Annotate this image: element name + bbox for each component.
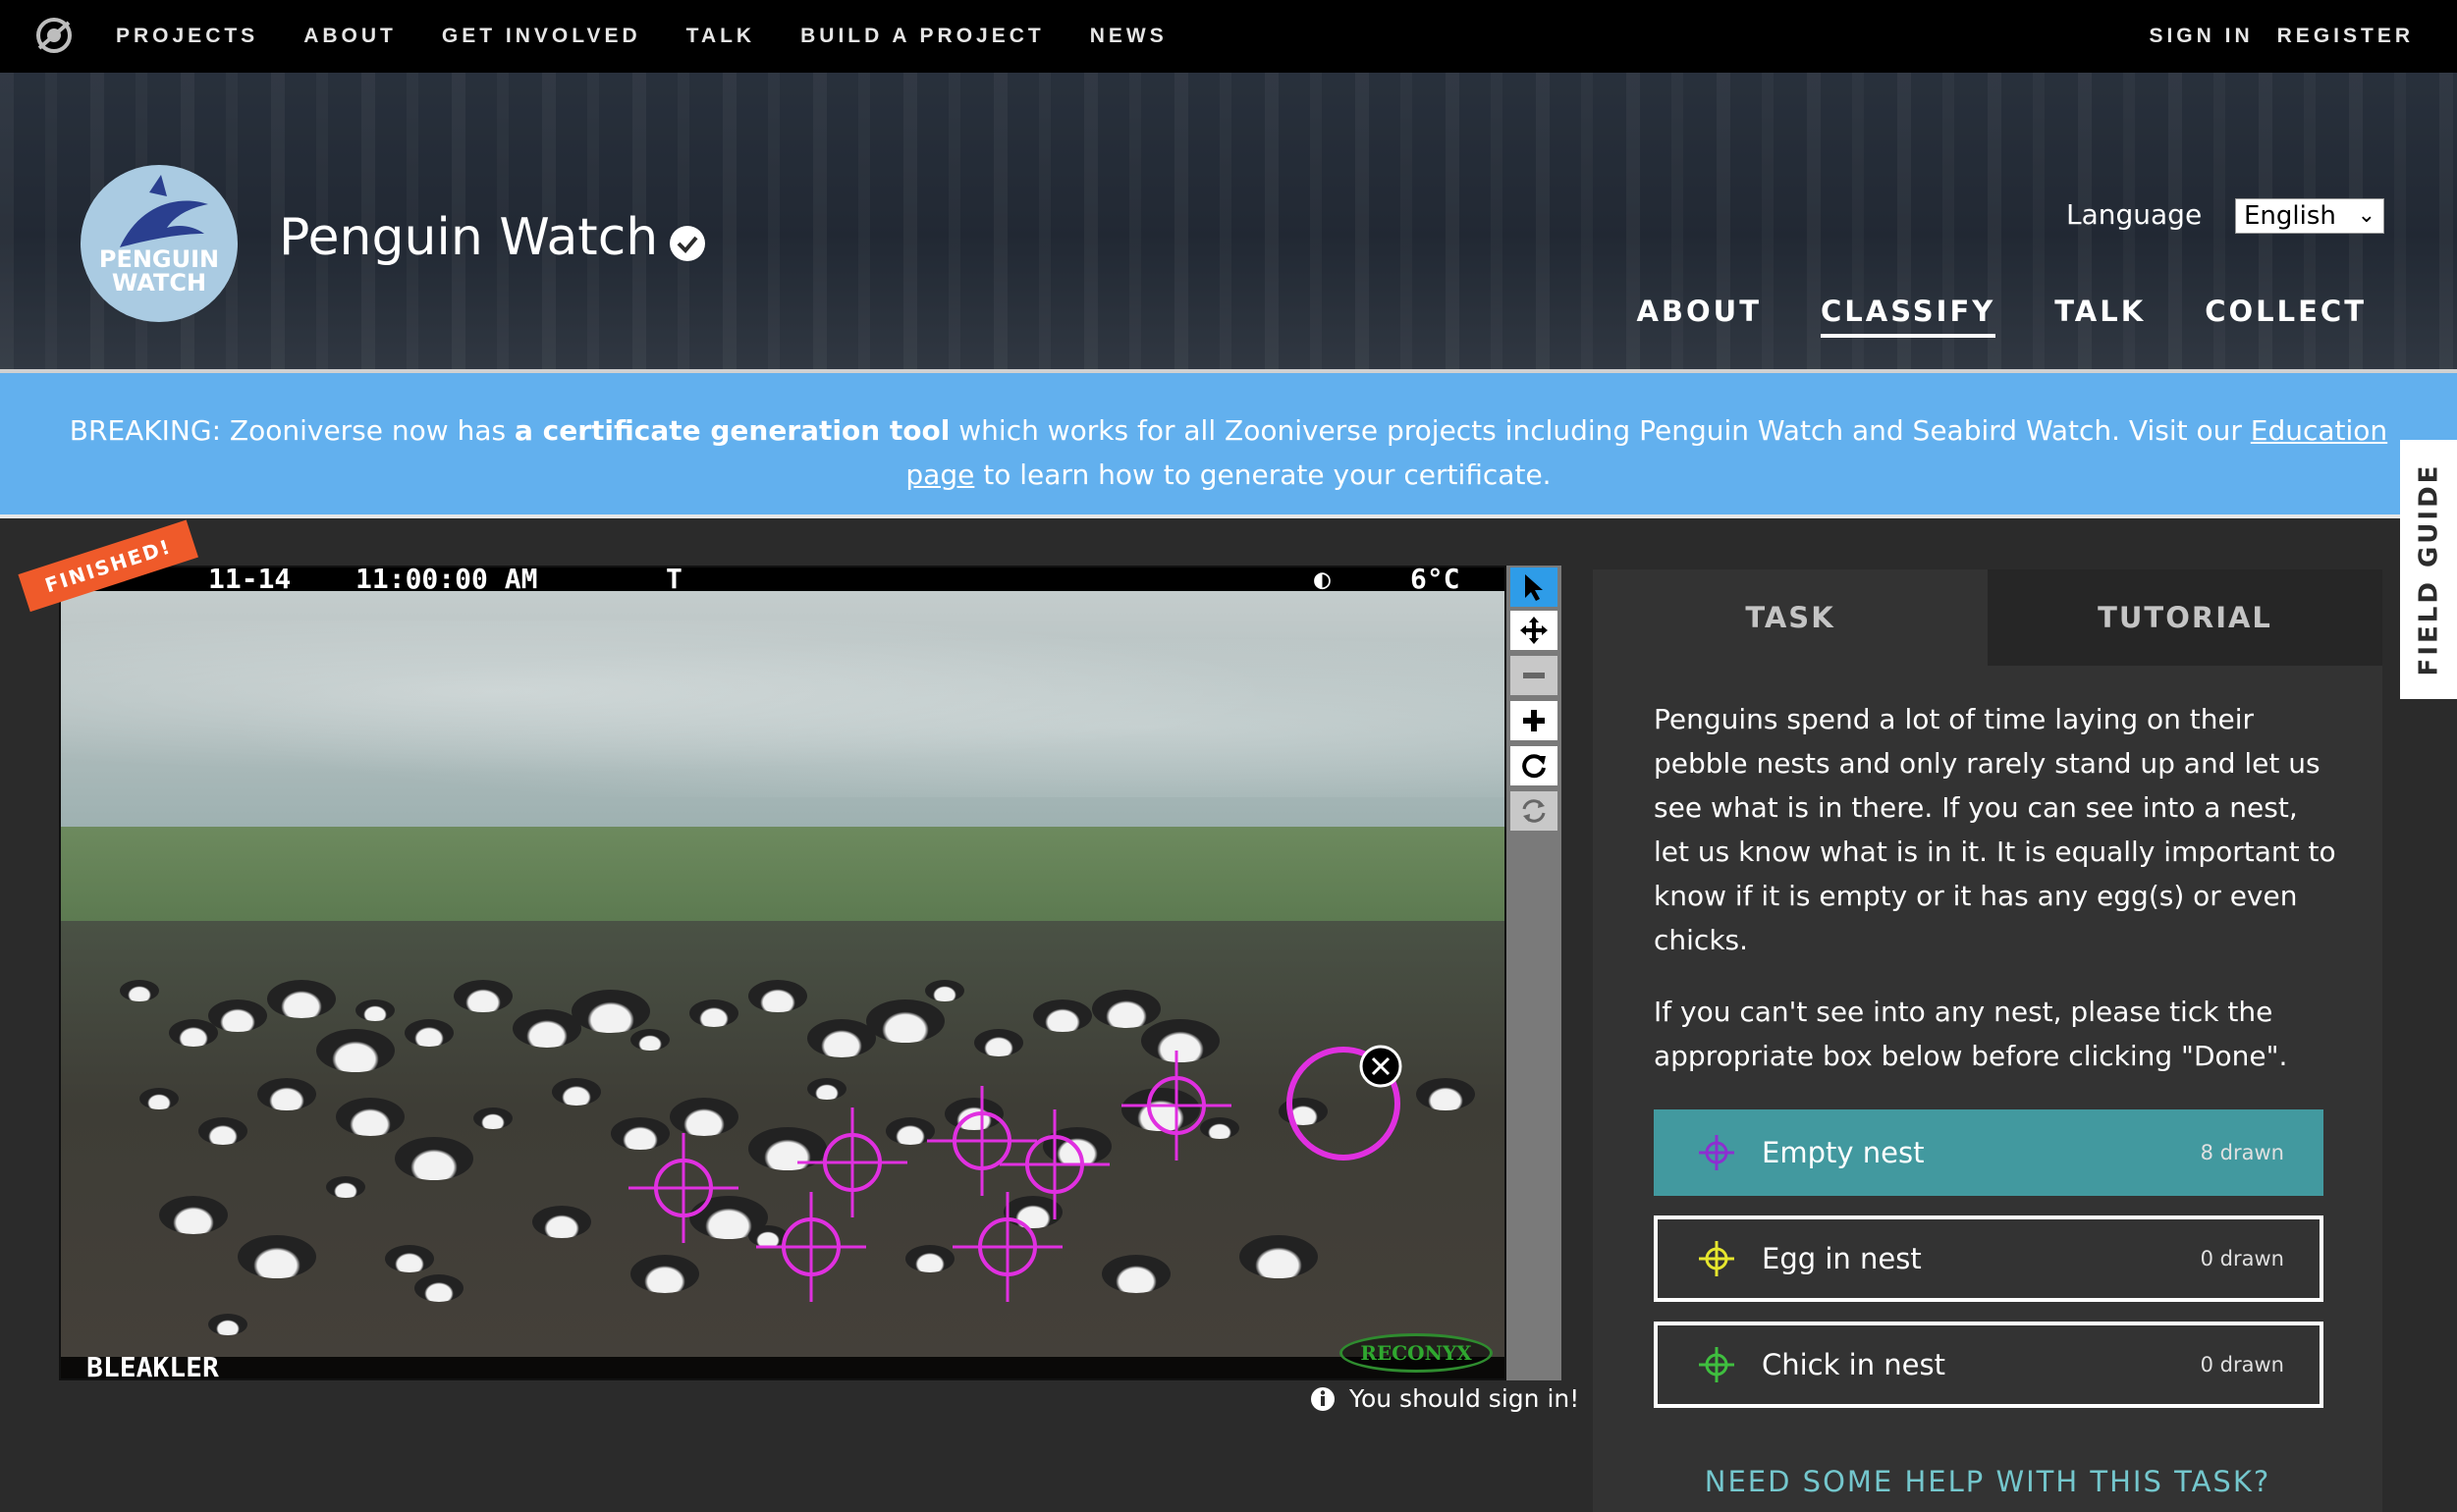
rotate-button[interactable] (1510, 746, 1557, 785)
reset-icon (1522, 799, 1546, 823)
rotate-icon (1522, 754, 1546, 779)
tool-count: 8 drawn (2200, 1141, 2284, 1164)
top-nav: PROJECTS ABOUT GET INVOLVED TALK BUILD A… (0, 0, 2457, 73)
field-guide-label: FIELD GUIDE (2414, 462, 2443, 676)
tool-chick-in-nest[interactable]: Chick in nest 0 drawn (1654, 1322, 2323, 1408)
nest-mark[interactable] (1121, 1051, 1231, 1161)
language-select[interactable]: English ⌄ (2235, 198, 2384, 234)
tool-egg-in-nest[interactable]: Egg in nest 0 drawn (1654, 1215, 2323, 1302)
project-nav-talk[interactable]: TALK (2054, 295, 2146, 338)
task-panel: TASK TUTORIAL Penguins spend a lot of ti… (1593, 569, 2382, 1512)
info-icon (1311, 1386, 1335, 1411)
avatar-text-line1: PENGUIN (98, 245, 220, 273)
task-tabs: TASK TUTORIAL (1593, 569, 2382, 666)
nest-mark[interactable] (953, 1192, 1063, 1302)
language-value: English (2244, 201, 2336, 231)
banner-middle: which works for all Zooniverse projects … (950, 414, 2251, 447)
sign-in-link[interactable]: SIGN IN (2149, 25, 2253, 48)
tab-tutorial[interactable]: TUTORIAL (1988, 569, 2382, 666)
tool-label: Empty nest (1762, 1136, 1925, 1169)
sign-in-note-text: You should sign in! (1349, 1384, 1580, 1413)
nest-mark[interactable] (797, 1107, 907, 1217)
nav-about[interactable]: ABOUT (303, 25, 397, 48)
penguin-logo-icon (120, 175, 208, 247)
reset-button[interactable] (1510, 791, 1557, 831)
avatar-text-line2: WATCH (111, 269, 207, 297)
task-help-link[interactable]: NEED SOME HELP WITH THIS TASK? (1593, 1465, 2382, 1498)
task-description-2: If you can't see into any nest, please t… (1654, 996, 2288, 1072)
banner-suffix: to learn how to generate your certificat… (974, 459, 1552, 491)
announcement-banner: BREAKING: Zooniverse now has a certifica… (0, 369, 2457, 518)
banner-bold: a certificate generation tool (514, 414, 951, 447)
avatar-text: PENGUIN WATCH (81, 247, 238, 295)
register-link[interactable]: REGISTER (2277, 25, 2414, 48)
zoom-in-button[interactable] (1510, 701, 1557, 740)
delete-mark-icon[interactable] (1359, 1045, 1402, 1088)
nest-mark[interactable] (756, 1192, 866, 1302)
tool-count: 0 drawn (2200, 1353, 2284, 1377)
tool-empty-nest[interactable]: Empty nest 8 drawn (1654, 1109, 2323, 1196)
nest-marks (628, 1045, 1402, 1302)
project-header: PENGUIN WATCH Penguin Watch Language Eng… (0, 73, 2457, 369)
project-nav-about[interactable]: ABOUT (1636, 295, 1762, 338)
project-nav: ABOUT CLASSIFY TALK COLLECT (1577, 295, 2367, 338)
zoom-out-icon (1523, 673, 1545, 678)
image-toolbar (1506, 566, 1561, 1380)
project-nav-classify[interactable]: CLASSIFY (1821, 295, 1996, 338)
nav-talk[interactable]: TALK (686, 25, 755, 48)
nav-get-involved[interactable]: GET INVOLVED (442, 25, 641, 48)
nav-build-a-project[interactable]: BUILD A PROJECT (800, 25, 1045, 48)
task-description-1: Penguins spend a lot of time laying on t… (1654, 703, 2336, 956)
main-nav-links: PROJECTS ABOUT GET INVOLVED TALK BUILD A… (116, 0, 1213, 73)
zoom-out-button[interactable] (1510, 656, 1557, 695)
tool-label: Chick in nest (1762, 1348, 1945, 1381)
auth-links: SIGN IN REGISTER (2125, 0, 2414, 73)
crosshair-icon (1699, 1135, 1734, 1170)
nest-mark[interactable] (927, 1086, 1037, 1196)
tool-count: 0 drawn (2200, 1247, 2284, 1270)
project-avatar[interactable]: PENGUIN WATCH (81, 165, 238, 322)
project-nav-collect[interactable]: COLLECT (2205, 295, 2367, 338)
tool-label: Egg in nest (1762, 1242, 1922, 1275)
crosshair-icon (1699, 1347, 1734, 1382)
banner-prefix: BREAKING: Zooniverse now has (69, 414, 515, 447)
verified-check-icon (670, 226, 705, 261)
tab-task[interactable]: TASK (1593, 569, 1988, 666)
chevron-down-icon: ⌄ (2357, 203, 2375, 228)
pointer-icon (1525, 574, 1543, 601)
nest-mark[interactable] (628, 1133, 738, 1243)
nav-projects[interactable]: PROJECTS (116, 25, 258, 48)
pointer-tool-button[interactable] (1510, 567, 1557, 607)
task-description: Penguins spend a lot of time laying on t… (1654, 697, 2341, 1106)
sign-in-note: You should sign in! (1310, 1384, 1579, 1413)
subject-image[interactable]: 11-14 11:00:00 AM T ◐ 6°C BLEAKLER RECON… (59, 566, 1506, 1380)
project-title[interactable]: Penguin Watch (279, 208, 658, 267)
field-guide-tab[interactable]: FIELD GUIDE (2400, 440, 2457, 699)
crosshair-icon (1699, 1241, 1734, 1276)
nest-mark[interactable] (1000, 1109, 1110, 1219)
nav-news[interactable]: NEWS (1090, 25, 1168, 48)
zooniverse-logo-icon[interactable] (33, 15, 75, 56)
move-tool-button[interactable] (1510, 611, 1557, 650)
move-icon (1520, 617, 1548, 644)
language-label: Language (2066, 198, 2203, 231)
zoom-in-icon (1523, 710, 1545, 731)
